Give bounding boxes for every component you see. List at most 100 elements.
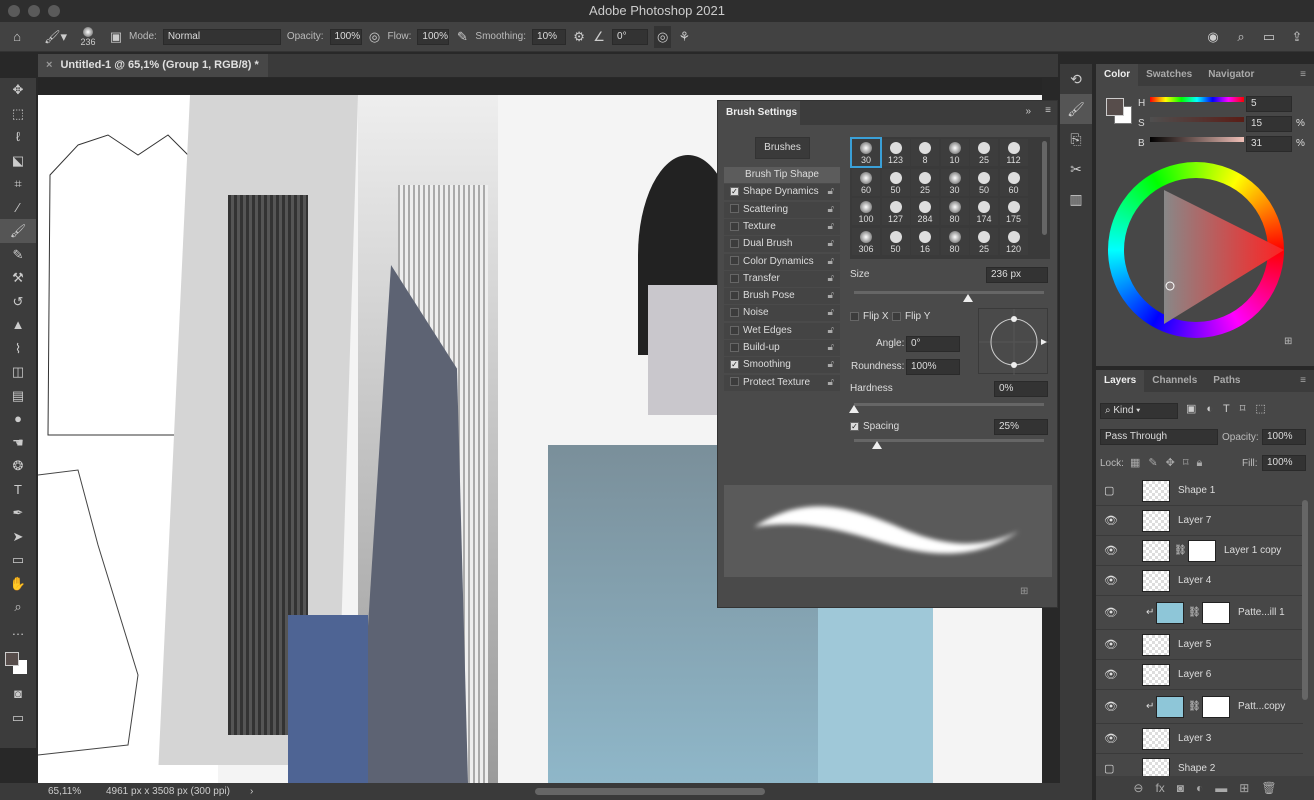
layer-row[interactable]: 👁︎ Layer 4 (1096, 566, 1303, 596)
tool-blur[interactable]: ● (0, 407, 36, 431)
fill-input[interactable]: 100% (1262, 455, 1306, 471)
zoom-level[interactable]: 65,11% (48, 783, 81, 800)
fg-bg-swatches[interactable] (0, 642, 36, 682)
brush-option-brush-pose[interactable]: Brush Pose 🔓︎ (724, 288, 840, 305)
eye-icon[interactable]: 👁︎ (1104, 606, 1118, 619)
trash-icon[interactable]: 🗑︎ (1261, 776, 1276, 800)
brush-tip[interactable]: 112 (999, 139, 1028, 166)
flip-x-checkbox[interactable]: Flip X (850, 311, 889, 322)
hardness-slider[interactable] (854, 403, 1044, 406)
checkbox[interactable]: ✓ (730, 360, 739, 370)
lock-icons[interactable]: ▦✎✥⌑🔒︎ (1130, 456, 1210, 470)
brush-angle-input[interactable]: 0° (906, 336, 960, 352)
brush-panel-toggle-icon[interactable]: ▣ (109, 29, 123, 45)
fx-icon[interactable]: fx (1155, 776, 1164, 800)
brush-tip[interactable]: 16 (911, 227, 939, 255)
gear-icon[interactable]: ⚙ (572, 29, 586, 45)
checkbox[interactable] (730, 342, 739, 352)
tool-pen[interactable]: ✒ (0, 501, 36, 525)
checkbox[interactable] (730, 377, 739, 387)
layer-name[interactable]: Layer 4 (1178, 575, 1211, 586)
layer-name[interactable]: Layer 5 (1178, 639, 1211, 650)
spacing-slider[interactable] (854, 439, 1044, 442)
lock-icon[interactable]: 🔓︎ (828, 184, 834, 200)
layer-row[interactable]: 👁︎ ↵ ⛓︎ Patte...ill 1 (1096, 596, 1303, 630)
brush-preset-icon[interactable]: 🖌︎▾ (44, 29, 67, 45)
toolbar-foreground-color[interactable] (5, 652, 19, 666)
layer-row[interactable]: ▢ Shape 1 (1096, 476, 1303, 506)
brush-tip[interactable]: 25 (970, 139, 998, 166)
checkbox[interactable] (730, 308, 739, 318)
flip-y-checkbox[interactable]: Flip Y (892, 311, 930, 322)
layer-filter-select[interactable]: ⌕ Kind ▾ (1100, 403, 1178, 419)
tool-eraser[interactable]: ◫ (0, 360, 36, 384)
brush-size-picker[interactable]: 236 (73, 26, 103, 47)
hue-slider[interactable] (1150, 97, 1244, 102)
link-layers-icon[interactable]: ⊖ (1133, 776, 1143, 800)
layer-comps-icon[interactable]: ▥ (1060, 184, 1092, 214)
color-triangle[interactable] (1108, 162, 1284, 338)
brush-tip[interactable]: 174 (970, 198, 998, 225)
mask-thumbnail[interactable] (1188, 540, 1216, 562)
tool-rectangle[interactable]: ▭ (0, 548, 36, 572)
brush-tip[interactable]: 123 (881, 139, 910, 166)
eye-icon[interactable]: 👁︎ (1104, 638, 1118, 651)
lock-icon[interactable]: 🔓︎ (828, 254, 834, 270)
brush-option-wet-edges[interactable]: Wet Edges 🔓︎ (724, 322, 840, 339)
tool-crop[interactable]: ⌗ (0, 172, 36, 196)
eye-icon[interactable]: 👁︎ (1104, 514, 1118, 527)
lock-icon[interactable]: 🔓︎ (828, 288, 834, 304)
lock-icon[interactable]: 🔓︎ (828, 375, 834, 391)
brush-tip[interactable]: 8 (911, 139, 939, 166)
layer-opacity-input[interactable]: 100% (1262, 429, 1306, 445)
tool-eyedropper[interactable]: ⁄ (0, 196, 36, 220)
brush-tip[interactable]: 50 (881, 227, 910, 255)
tool-type[interactable]: T (0, 478, 36, 502)
mask-thumbnail[interactable] (1202, 696, 1230, 718)
layer-name[interactable]: Patte...ill 1 (1238, 607, 1285, 618)
tool-gradient[interactable]: ▤ (0, 384, 36, 408)
checkbox[interactable] (730, 273, 739, 283)
angle-roundness-widget[interactable] (978, 308, 1049, 375)
minimize-window-button[interactable] (28, 5, 40, 17)
hardness-input[interactable]: 0% (994, 381, 1048, 397)
layer-row[interactable]: 👁︎ Layer 5 (1096, 630, 1303, 660)
workspace-icon[interactable]: ▭ (1262, 29, 1276, 45)
layer-name[interactable]: Shape 2 (1178, 763, 1215, 774)
checkbox[interactable] (730, 239, 739, 249)
tab-swatches[interactable]: Swatches (1138, 64, 1200, 86)
add-mask-icon[interactable]: ◙ (1177, 776, 1184, 800)
spacing-input[interactable]: 25% (994, 419, 1048, 435)
brush-tip[interactable]: 30 (940, 168, 969, 196)
tool-marquee[interactable]: ⬚ (0, 102, 36, 126)
saturation-input[interactable]: 15 (1246, 116, 1292, 132)
brush-tip[interactable]: 10 (940, 139, 969, 166)
brush-settings-panel-icon[interactable]: 🖌︎ (1060, 94, 1092, 124)
brush-option-shape-dynamics[interactable]: ✓ Shape Dynamics 🔓︎ (724, 184, 840, 201)
hardness-slider-thumb[interactable] (849, 405, 859, 413)
brush-tip[interactable]: 50 (881, 168, 910, 196)
horizontal-scrollbar[interactable] (535, 788, 765, 795)
roundness-input[interactable]: 100% (906, 359, 960, 375)
close-window-button[interactable] (8, 5, 20, 17)
layer-row[interactable]: 👁︎ Layer 3 (1096, 724, 1303, 754)
brush-tip[interactable]: 100 (852, 198, 880, 225)
tool-object-select[interactable]: ⬕ (0, 149, 36, 173)
panel-menu-icon[interactable]: ≡ (1292, 64, 1314, 86)
lock-icon[interactable]: 🔓︎ (828, 357, 834, 373)
brightness-slider[interactable] (1150, 137, 1244, 142)
brush-tip[interactable]: 306 (852, 227, 880, 255)
layer-name[interactable]: Layer 3 (1178, 733, 1211, 744)
layer-name[interactable]: Layer 6 (1178, 669, 1211, 680)
color-wheel[interactable] (1108, 162, 1284, 338)
tab-navigator[interactable]: Navigator (1200, 64, 1262, 86)
hue-input[interactable]: 5 (1246, 96, 1292, 112)
eye-icon[interactable]: 👁︎ (1104, 700, 1118, 713)
eye-icon[interactable]: 👁︎ (1104, 574, 1118, 587)
panel-menu-icon[interactable]: ≡ (1292, 370, 1314, 392)
brightness-input[interactable]: 31 (1246, 136, 1292, 152)
opacity-input[interactable]: 100% (329, 28, 362, 45)
tool-brush[interactable]: 🖌︎ (0, 219, 36, 243)
tips-scrollbar[interactable] (1042, 141, 1047, 235)
brush-tip[interactable]: 80 (940, 227, 969, 255)
